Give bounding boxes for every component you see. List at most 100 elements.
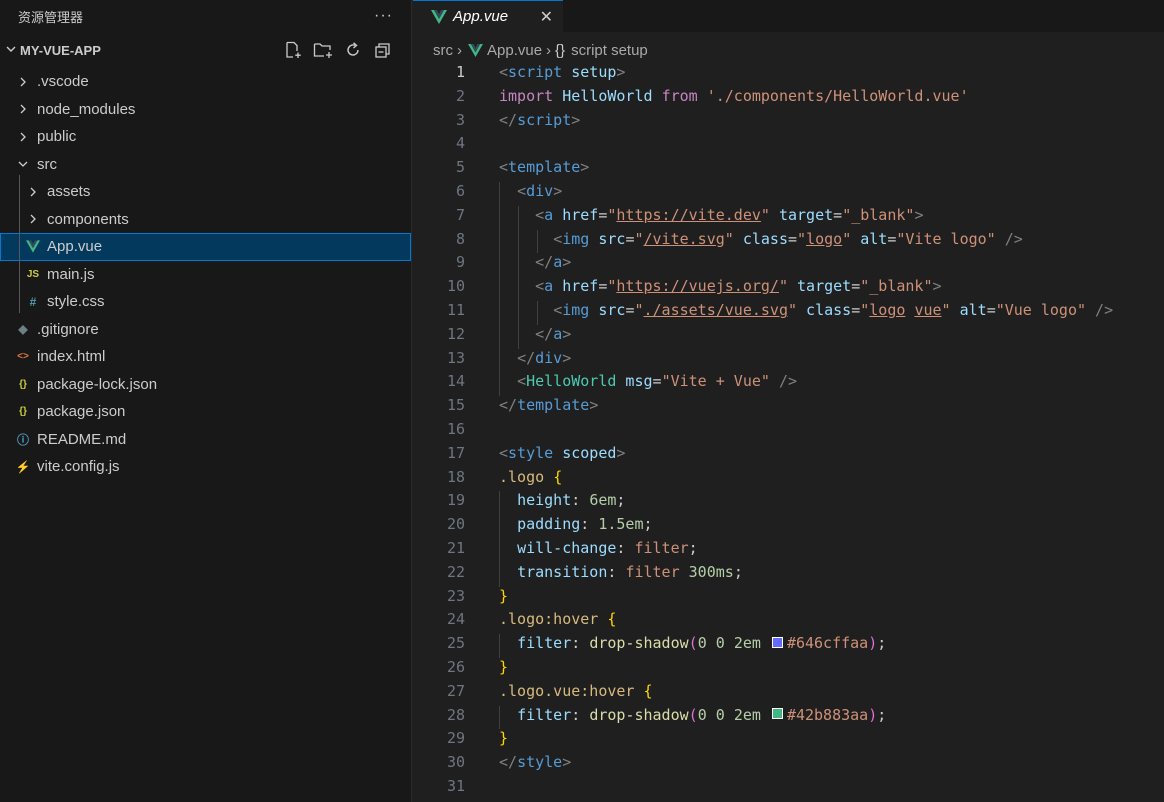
tree-item-label: assets bbox=[47, 183, 91, 201]
tree-item-index-html[interactable]: <> index.html bbox=[0, 343, 411, 371]
tab-label: App.vue bbox=[453, 8, 509, 25]
code-line: transition: filter 300ms; bbox=[517, 562, 743, 581]
tree-item-readme-md[interactable]: ⓘ README.md bbox=[0, 426, 411, 454]
code-line: } bbox=[499, 658, 509, 676]
indent-guide bbox=[499, 705, 500, 730]
refresh-icon[interactable] bbox=[343, 40, 363, 60]
breadcrumb-separator: › bbox=[546, 41, 552, 59]
tree-item-src[interactable]: src bbox=[0, 151, 411, 179]
html-icon: <> bbox=[17, 351, 29, 363]
editor-area: App.vue ✕ src › App.vue › {} script setu… bbox=[413, 0, 1164, 802]
tree-item-app-vue[interactable]: App.vue bbox=[0, 233, 411, 261]
tree-item-main-js[interactable]: JS main.js bbox=[0, 261, 411, 289]
new-folder-icon[interactable] bbox=[313, 40, 333, 60]
explorer-actions bbox=[283, 40, 393, 60]
tree-item-style-css[interactable]: # style.css bbox=[0, 288, 411, 316]
file-tree: .vscode node_modulespublic src assets compon… bbox=[0, 68, 411, 481]
chevron-right-icon bbox=[16, 130, 30, 144]
tree-item-node-modules[interactable]: node_modules bbox=[0, 96, 411, 124]
code-line: } bbox=[499, 586, 509, 605]
tree-item-label: .vscode bbox=[37, 73, 89, 91]
breadcrumb-folder[interactable]: src bbox=[433, 42, 453, 59]
code-line: import HelloWorld from './components/Hel… bbox=[499, 86, 969, 105]
line-number: 30 bbox=[446, 753, 465, 772]
code-line: <a href="https://vite.dev" target="_blan… bbox=[535, 205, 924, 224]
line-number: 22 bbox=[446, 562, 465, 581]
vite-icon: ⚡ bbox=[15, 459, 31, 474]
line-number: 5 bbox=[455, 158, 465, 177]
chevron-right-icon bbox=[26, 185, 40, 199]
collapse-all-icon[interactable] bbox=[373, 40, 393, 60]
line-number: 29 bbox=[446, 729, 465, 748]
chevron-right-icon bbox=[16, 75, 30, 89]
tree-item-public[interactable]: public bbox=[0, 123, 411, 151]
chevron-down-icon bbox=[16, 157, 30, 171]
chevron-right-icon bbox=[16, 102, 30, 116]
tree-item-vite-config-js[interactable]: ⚡ vite.config.js bbox=[0, 453, 411, 481]
tree-item-label: public bbox=[37, 128, 77, 146]
tree-item-label: package.json bbox=[37, 403, 126, 421]
tree-item-label: index.html bbox=[37, 348, 106, 366]
tree-item-package-json[interactable]: {} package.json bbox=[0, 398, 411, 426]
tree-item-label: style.css bbox=[47, 293, 105, 311]
symbol-icon: {} bbox=[555, 41, 566, 59]
code-line: <style scoped> bbox=[499, 443, 626, 462]
code-line: </template> bbox=[499, 396, 599, 415]
breadcrumb-file[interactable]: App.vue bbox=[487, 42, 542, 59]
code-line: <HelloWorld msg="Vite + Vue" /> bbox=[517, 372, 798, 391]
json-icon: {} bbox=[19, 378, 27, 390]
tree-item-package-lock-json[interactable]: {} package-lock.json bbox=[0, 371, 411, 399]
code-line: height: 6em; bbox=[517, 491, 626, 510]
project-name: MY-VUE-APP bbox=[20, 42, 101, 58]
line-number: 25 bbox=[446, 634, 465, 653]
tree-item-label: App.vue bbox=[47, 238, 103, 256]
close-icon[interactable]: ✕ bbox=[540, 7, 553, 27]
tree-item-label: main.js bbox=[47, 265, 95, 283]
code-line: <script setup> bbox=[499, 63, 626, 81]
vue-icon bbox=[431, 9, 447, 24]
info-icon: ⓘ bbox=[16, 432, 29, 447]
line-number: 4 bbox=[455, 134, 465, 153]
color-swatch[interactable] bbox=[771, 636, 783, 648]
line-number: 3 bbox=[455, 110, 465, 129]
code-line: } bbox=[499, 729, 509, 748]
line-number: 20 bbox=[446, 515, 465, 534]
line-number: 14 bbox=[446, 372, 465, 391]
code-line: .logo.vue:hover { bbox=[499, 681, 653, 700]
line-number: 1 bbox=[455, 63, 465, 81]
color-swatch[interactable] bbox=[771, 708, 783, 720]
tree-indent-guide bbox=[19, 175, 20, 313]
vue-icon bbox=[468, 43, 483, 57]
breadcrumb-symbol[interactable]: script setup bbox=[571, 42, 648, 59]
line-number: 19 bbox=[446, 491, 465, 510]
line-number: 8 bbox=[455, 229, 465, 248]
tree-item-label: README.md bbox=[37, 430, 127, 448]
breadcrumb-separator: › bbox=[457, 41, 462, 59]
new-file-icon[interactable] bbox=[283, 40, 303, 60]
code-line: </a> bbox=[535, 324, 572, 343]
indent-guide bbox=[537, 229, 538, 254]
line-number: 31 bbox=[446, 777, 465, 795]
code-line: <div> bbox=[517, 182, 563, 200]
line-number: 2 bbox=[455, 86, 465, 105]
code-line: </a> bbox=[535, 253, 572, 272]
line-number: 17 bbox=[446, 443, 465, 462]
line-number: 23 bbox=[446, 586, 465, 605]
explorer-sidebar: 资源管理器 ··· MY-VUE-APP .vscode node_modules… bbox=[0, 0, 412, 802]
code-line: .logo { bbox=[499, 467, 563, 486]
tab-app-vue[interactable]: App.vue ✕ bbox=[413, 0, 563, 32]
code-line: will-change: filter; bbox=[517, 539, 698, 557]
json-icon: {} bbox=[19, 406, 27, 418]
tree-item-assets[interactable]: assets bbox=[0, 178, 411, 206]
project-root[interactable]: MY-VUE-APP bbox=[0, 32, 411, 68]
tree-item-gitignore[interactable]: ◆ .gitignore bbox=[0, 316, 411, 344]
explorer-title: 资源管理器 bbox=[18, 9, 84, 25]
code-line: <img src="./assets/vue.svg" class="logo … bbox=[553, 301, 1114, 319]
more-actions-icon[interactable]: ··· bbox=[374, 7, 393, 25]
line-number: 10 bbox=[446, 277, 465, 296]
indent-guide bbox=[518, 205, 519, 349]
git-icon: ◆ bbox=[18, 322, 28, 337]
tree-item-vscode[interactable]: .vscode bbox=[0, 68, 411, 96]
vue-icon bbox=[26, 240, 40, 254]
tree-item-components[interactable]: components bbox=[0, 206, 411, 234]
